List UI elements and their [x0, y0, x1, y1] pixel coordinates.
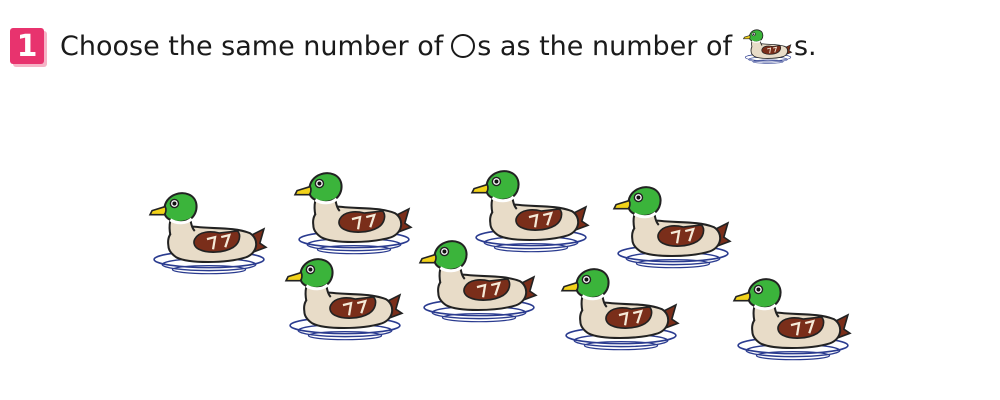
duck-1 [148, 191, 268, 276]
duck-5 [284, 257, 404, 342]
duck-6 [418, 239, 538, 324]
duck-3 [470, 169, 590, 254]
duck-field [148, 169, 852, 362]
duck-2 [293, 171, 413, 256]
duck-4 [612, 185, 732, 270]
duck-7 [560, 267, 680, 352]
duck-8 [732, 277, 852, 362]
